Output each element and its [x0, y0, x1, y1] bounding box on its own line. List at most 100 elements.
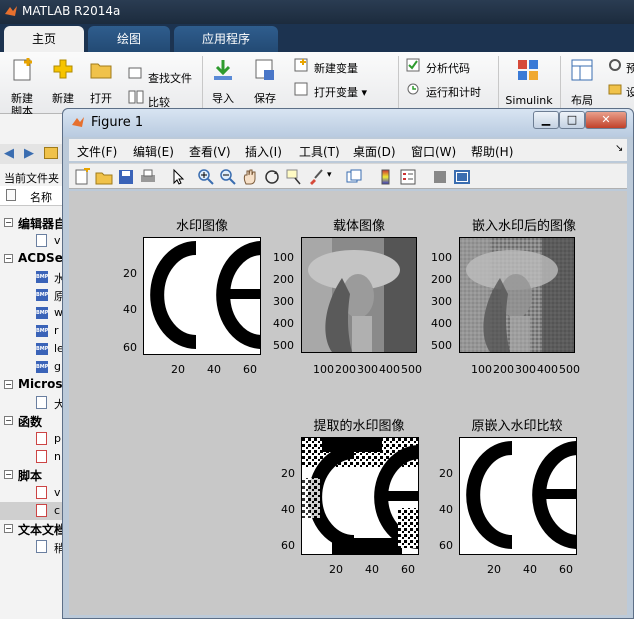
preferences-icon — [609, 59, 621, 71]
tree-file-label: c — [54, 504, 61, 517]
tree-group[interactable]: − 脚本 — [0, 466, 70, 484]
menu-window[interactable]: 窗口(W) — [411, 143, 456, 160]
data-cursor-icon[interactable] — [285, 168, 303, 186]
name-column-header[interactable]: 名称 — [30, 189, 52, 205]
show-plot-tools-icon[interactable] — [453, 168, 471, 186]
print-figure-icon[interactable] — [139, 168, 157, 186]
tree-file[interactable]: v — [0, 484, 70, 502]
tree-file[interactable]: p — [0, 430, 70, 448]
back-icon[interactable]: ◀ — [4, 146, 14, 161]
tree-file[interactable]: c — [0, 502, 70, 520]
save-workspace-button[interactable]: 保存 — [248, 92, 282, 105]
y-tick: 40 — [281, 503, 295, 516]
y-tick: 40 — [439, 503, 453, 516]
collapse-all-icon[interactable] — [6, 189, 16, 201]
hide-plot-tools-icon[interactable] — [431, 168, 449, 186]
collapse-icon[interactable]: − — [4, 524, 13, 533]
tree-group-label: 脚本 — [18, 469, 43, 483]
tree-file[interactable]: 稍 — [0, 538, 70, 556]
collapse-icon[interactable]: − — [4, 218, 13, 227]
zoom-in-icon[interactable] — [197, 168, 215, 186]
new-button[interactable]: 新建 — [48, 92, 78, 105]
dock-arrow-icon[interactable]: ↘ — [615, 143, 623, 154]
tree-file-label: g — [54, 360, 61, 373]
tab-apps[interactable]: 应用程序 — [174, 26, 278, 52]
tree-file[interactable]: BMP g — [0, 358, 70, 376]
tree-file-label: r — [54, 324, 59, 337]
figure-menu-bar: 文件(F) 编辑(E) 查看(V) 插入(I) 工具(T) 桌面(D) 窗口(W… — [69, 139, 627, 161]
tree-group[interactable]: − ACDSee — [0, 250, 71, 268]
ribbon-divider — [398, 56, 399, 110]
open-file-icon[interactable] — [95, 168, 113, 186]
tree-file[interactable]: BMP 水 — [0, 268, 70, 286]
bmp-file-icon: BMP — [36, 325, 48, 337]
import-button[interactable]: 导入 — [206, 92, 240, 105]
close-button[interactable]: ✕ — [585, 111, 627, 129]
tree-file[interactable]: 大 — [0, 394, 70, 412]
brush-dropdown-icon[interactable]: ▾ — [327, 170, 332, 180]
up-folder-icon[interactable] — [44, 147, 58, 159]
watermarked-image-axes — [459, 237, 575, 353]
menu-view[interactable]: 查看(V) — [189, 143, 231, 160]
tree-group[interactable]: − 函数 — [0, 412, 70, 430]
open-variable-button[interactable]: 打开变量 ▾ — [314, 84, 367, 100]
collapse-icon[interactable]: − — [4, 470, 13, 479]
forward-icon[interactable]: ▶ — [24, 146, 34, 161]
preferences-button[interactable]: 预 — [626, 60, 634, 76]
brush-icon[interactable] — [307, 168, 325, 186]
tree-file[interactable]: BMP 原 — [0, 286, 70, 304]
tree-file[interactable]: n — [0, 448, 70, 466]
new-variable-button[interactable]: 新建变量 — [314, 60, 358, 76]
maximize-button[interactable]: □ — [559, 111, 585, 129]
zoom-out-icon[interactable] — [219, 168, 237, 186]
open-variable-icon — [294, 82, 308, 96]
run-and-time-button[interactable]: 运行和计时 — [426, 84, 481, 100]
save-figure-icon[interactable] — [117, 168, 135, 186]
open-button[interactable]: 打开 — [86, 92, 116, 105]
tree-file[interactable]: BMP w — [0, 304, 70, 322]
bmp-file-icon: BMP — [36, 361, 48, 373]
y-tick: 300 — [431, 295, 452, 308]
menu-insert[interactable]: 插入(I) — [245, 143, 282, 160]
tree-group[interactable]: − Microsc — [0, 376, 70, 394]
tab-plots[interactable]: 绘图 — [88, 26, 170, 52]
rotate-3d-icon[interactable] — [263, 168, 281, 186]
menu-file[interactable]: 文件(F) — [77, 143, 117, 160]
y-tick: 100 — [431, 251, 452, 264]
tab-home[interactable]: 主页 — [4, 26, 84, 52]
collapse-icon[interactable]: − — [4, 416, 13, 425]
analyze-code-button[interactable]: 分析代码 — [426, 60, 470, 76]
x-tick: 20 — [329, 563, 343, 576]
tree-file[interactable]: BMP le — [0, 340, 70, 358]
menu-desktop[interactable]: 桌面(D) — [353, 143, 396, 160]
menu-tools[interactable]: 工具(T) — [299, 143, 340, 160]
x-tick: 300 — [515, 363, 536, 376]
link-plot-icon[interactable] — [345, 168, 363, 186]
set-path-button[interactable]: 设 — [626, 84, 634, 100]
comparison-axes — [459, 437, 579, 555]
menu-edit[interactable]: 编辑(E) — [133, 143, 174, 160]
colorbar-icon[interactable] — [377, 168, 395, 186]
menu-help[interactable]: 帮助(H) — [471, 143, 513, 160]
tree-file[interactable]: v — [0, 232, 70, 250]
simulink-button[interactable]: Simulink — [504, 94, 554, 107]
find-files-button[interactable]: 查找文件 — [148, 70, 192, 86]
edit-plot-icon[interactable] — [169, 168, 187, 186]
minimize-icon: ▁ — [541, 113, 551, 126]
collapse-icon[interactable]: − — [4, 380, 13, 389]
figure-title-bar: Figure 1 ▁ □ ✕ — [63, 109, 633, 137]
y-tick: 200 — [431, 273, 452, 286]
tree-group[interactable]: − 编辑器自 — [0, 214, 70, 232]
tree-file-label: v — [54, 234, 61, 247]
collapse-icon[interactable]: − — [4, 254, 13, 263]
minimize-button[interactable]: ▁ — [533, 111, 559, 129]
tree-group[interactable]: − 文本文档 — [0, 520, 70, 538]
pan-icon[interactable] — [241, 168, 259, 186]
legend-icon[interactable] — [399, 168, 417, 186]
layout-button[interactable]: 布局 — [566, 94, 598, 107]
column-header[interactable]: 名称 — [0, 186, 70, 206]
tree-group-label: 编辑器自 — [18, 217, 67, 231]
document-icon — [36, 540, 47, 553]
tree-file[interactable]: BMP r — [0, 322, 70, 340]
new-figure-icon[interactable] — [73, 168, 91, 186]
